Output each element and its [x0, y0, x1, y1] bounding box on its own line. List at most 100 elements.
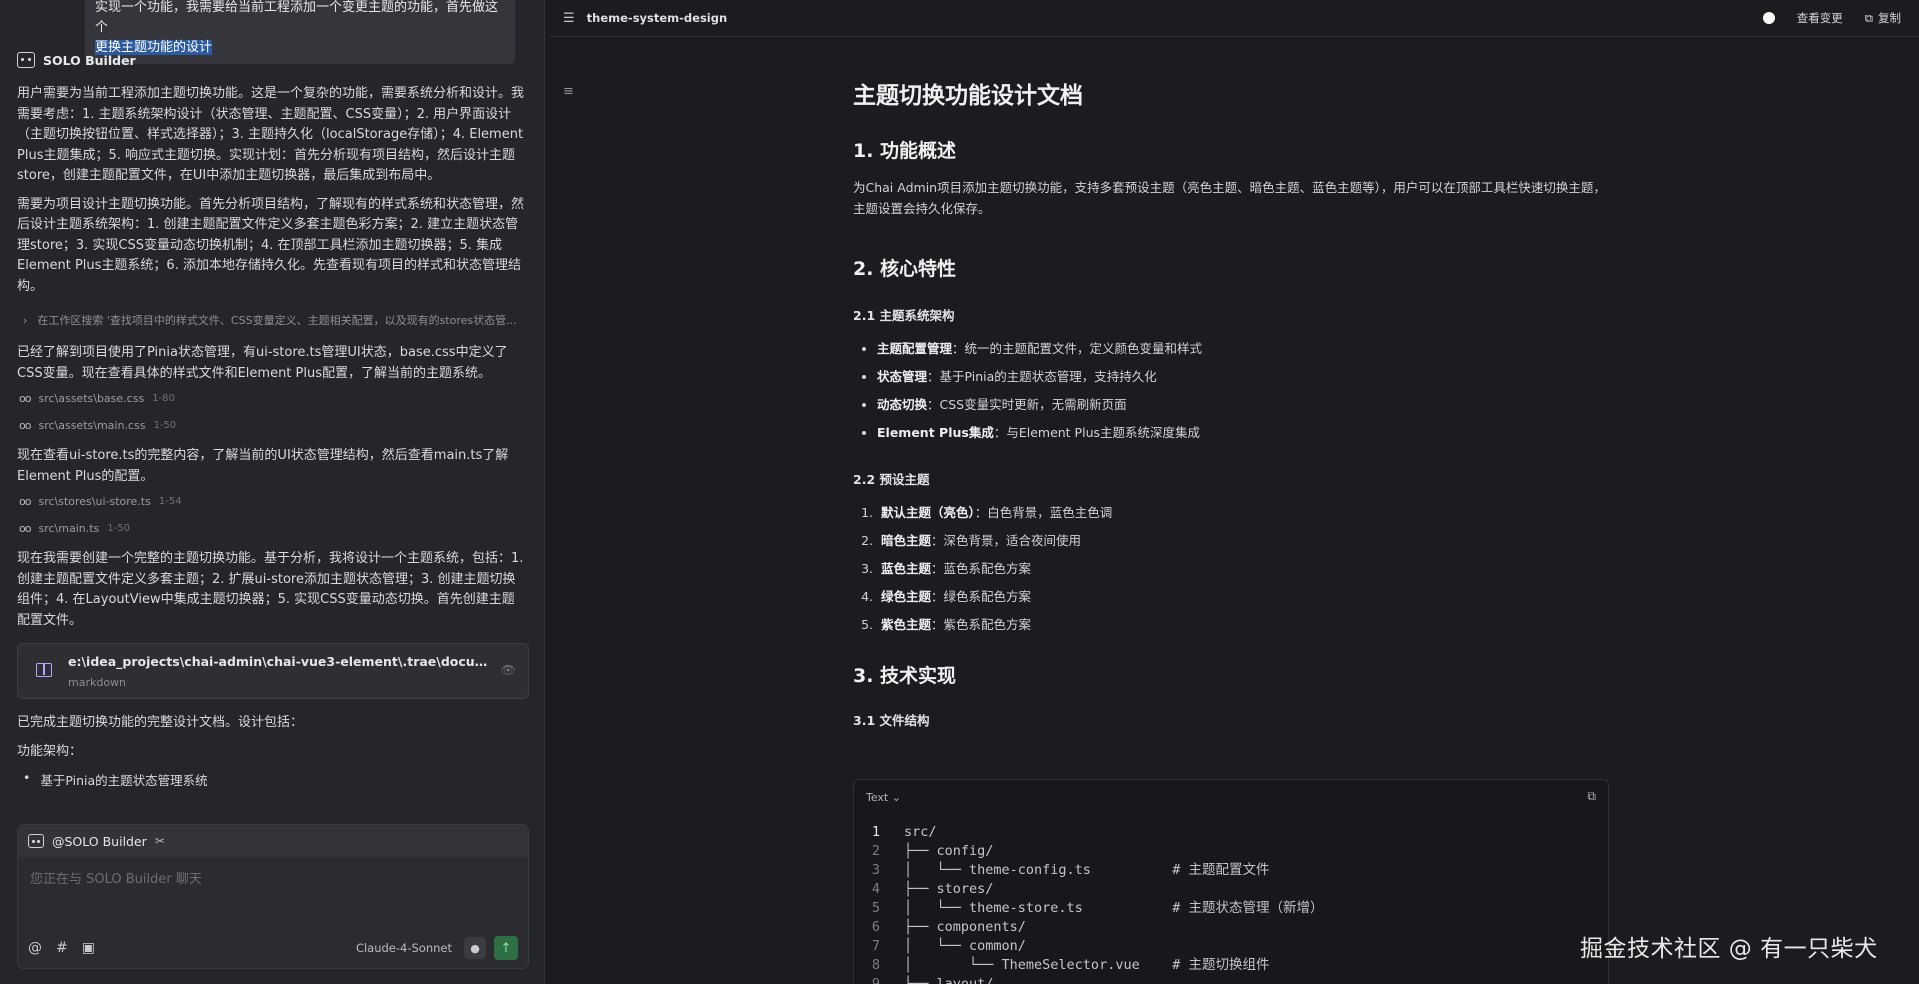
agent-paragraph: 现在查看ui-store.ts的完整内容，了解当前的UI状态管理结构，然后查看m… [17, 448, 509, 484]
tools-icon[interactable]: ✂ [155, 834, 165, 848]
list-icon[interactable]: ☰ [563, 11, 575, 26]
subsection-heading: 2.2 预设主题 [853, 472, 930, 487]
search-step[interactable]: › 在工作区搜索 '查找项目中的样式文件、CSS变量定义、主题相关配置，以及现有… [23, 312, 527, 328]
code-line: 9 ├── layout/ [854, 975, 1608, 984]
list-item: 绿色主题：绿色系配色方案 [877, 588, 1613, 605]
agent-header: SOLO Builder [17, 52, 136, 68]
at-mention-icon[interactable]: @ [28, 940, 42, 956]
section-heading: 3. 技术实现 [853, 665, 957, 687]
line-text: ├── stores/ [904, 881, 994, 897]
list-item-text: 基于Pinia的主题状态管理系统 [40, 773, 208, 788]
document-panel: ☰ theme-system-design 查看变更 ⧉ 复制 ≡ 主题切换功能… [550, 0, 1919, 984]
chat-composer: @SOLO Builder ✂ 您正在与 SOLO Builder 聊天 @ #… [17, 824, 529, 969]
search-step-text: 在工作区搜索 '查找项目中的样式文件、CSS变量定义、主题相关配置，以及现有的s… [37, 314, 517, 327]
line-text: │ └── ThemeSelector.vue # 主题切换组件 [904, 957, 1270, 973]
code-line: 5 │ └── theme-store.ts # 主题状态管理（新增） [854, 899, 1608, 918]
document-icon [36, 663, 52, 677]
file-read-row[interactable]: oo src\assets\base.css 1-80 [19, 392, 527, 405]
document-kind: markdown [68, 676, 127, 689]
item-desc: ：紫色系配色方案 [931, 617, 1032, 632]
document-toolbar: ☰ theme-system-design 查看变更 ⧉ 复制 [550, 0, 1919, 37]
agent-paragraph: 现在我需要创建一个完整的主题切换功能。基于分析，我将设计一个主题系统，包括：1.… [17, 551, 524, 628]
code-line: 3 │ └── theme-config.ts # 主题配置文件 [854, 861, 1608, 880]
list-item: 主题配置管理：统一的主题配置文件，定义颜色变量和样式 [877, 340, 1613, 357]
chat-panel: 实现一个功能，我需要给当前工程添加一个变更主题的功能，首先做这个 更换主题功能的… [0, 0, 545, 984]
robot-icon [17, 52, 35, 68]
copy-code-icon[interactable]: ⧉ [1587, 789, 1596, 804]
document-card[interactable]: e:\idea_projects\chai-admin\chai-vue3-el… [17, 643, 529, 699]
code-line: 6 ├── components/ [854, 918, 1608, 937]
glasses-icon: oo [19, 522, 32, 535]
item-term: 默认主题（亮色） [881, 505, 975, 520]
image-icon[interactable]: ▣ [82, 940, 95, 956]
document-tab-title: theme-system-design [586, 11, 728, 25]
line-text: │ └── common/ [904, 938, 1026, 954]
code-line: 2 ├── config/ [854, 842, 1608, 861]
item-desc: ：CSS变量实时更新，无需刷新页面 [927, 397, 1127, 412]
code-language-selector[interactable]: Text ⌄ [866, 791, 901, 804]
item-desc: ：统一的主题配置文件，定义颜色变量和样式 [952, 341, 1203, 356]
item-term: 动态切换 [877, 397, 928, 412]
copy-icon: ⧉ [1864, 10, 1873, 25]
line-text: src/ [904, 824, 937, 840]
line-number: 3 [871, 862, 880, 878]
file-path: src\assets\base.css [38, 392, 145, 405]
list-item: 动态切换：CSS变量实时更新，无需刷新页面 [877, 396, 1613, 413]
file-read-row[interactable]: oo src\stores\ui-store.ts 1-54 [19, 495, 527, 508]
code-block: Text ⌄ ⧉ 1 src/ 2 ├── config/ 3 │ └── theme… [853, 779, 1609, 984]
agent-mention-bar: @SOLO Builder ✂ [18, 825, 528, 857]
chevron-down-icon: ⌄ [891, 791, 901, 804]
eye-icon[interactable]: 👁 [501, 663, 516, 677]
agent-paragraph: 功能架构： [17, 743, 83, 759]
section-heading: 2. 核心特性 [853, 258, 957, 280]
doc-title: 主题切换功能设计文档 [853, 83, 1083, 109]
chat-input[interactable]: 您正在与 SOLO Builder 聊天 [30, 868, 202, 887]
file-read-row[interactable]: oo src\assets\main.css 1-50 [19, 419, 527, 432]
code-line: 8 │ └── ThemeSelector.vue # 主题切换组件 [854, 956, 1608, 975]
glasses-icon: oo [19, 419, 32, 432]
chevron-right-icon: › [23, 313, 28, 327]
agent-paragraph: 用户需要为当前工程添加主题切换功能。这是一个复杂的功能，需要系统分析和设计。我需… [17, 86, 525, 183]
file-range: 1-50 [107, 523, 130, 534]
copy-button[interactable]: ⧉ 复制 [1865, 10, 1901, 26]
line-text: │ └── theme-store.ts # 主题状态管理（新增） [904, 900, 1324, 916]
outline-icon[interactable]: ≡ [563, 84, 574, 99]
glasses-icon: oo [19, 495, 32, 508]
code-line: 4 ├── stores/ [854, 880, 1608, 899]
list-item: 紫色主题：紫色系配色方案 [877, 616, 1613, 633]
line-number: 1 [871, 824, 880, 840]
agent-paragraph: 需要为项目设计主题切换功能。首先分析项目结构，了解现有的样式系统和状态管理，然后… [17, 196, 525, 294]
agent-name: SOLO Builder [43, 52, 136, 68]
list-item: 蓝色主题：蓝色系配色方案 [877, 560, 1613, 577]
item-term: 暗色主题 [881, 533, 932, 548]
line-number: 7 [871, 938, 880, 954]
item-term: 主题配置管理 [877, 341, 953, 356]
model-selector[interactable]: Claude-4-Sonnet [356, 941, 452, 955]
microphone-icon[interactable]: ● [464, 937, 486, 959]
line-text: ├── layout/ [904, 976, 994, 984]
view-changes-button[interactable]: 查看变更 [1797, 10, 1843, 26]
send-button[interactable]: ↑ [494, 936, 518, 960]
subsection-heading: 2.1 主题系统架构 [853, 308, 955, 323]
feature-list: 主题配置管理：统一的主题配置文件，定义颜色变量和样式 状态管理：基于Pinia的… [853, 340, 1613, 441]
chat-messages: 用户需要为当前工程添加主题切换功能。这是一个复杂的功能，需要系统分析和设计。我需… [17, 84, 529, 789]
list-item: 基于Pinia的主题状态管理系统 [23, 770, 527, 789]
file-path: src\stores\ui-store.ts [38, 495, 151, 508]
watermark: 掘金技术社区 @ 有一只柴犬 [1580, 936, 1878, 962]
theme-list: 默认主题（亮色）：白色背景，蓝色主色调 暗色主题：深色背景，适合夜间使用 蓝色主… [853, 504, 1613, 633]
status-dot-icon [1762, 12, 1775, 24]
section-text: 为Chai Admin项目添加主题切换功能，支持多套预设主题（亮色主题、暗色主题… [853, 180, 1606, 216]
subsection-heading: 3.1 文件结构 [853, 713, 930, 728]
file-range: 1-80 [152, 393, 175, 404]
code-lines: 1 src/ 2 ├── config/ 3 │ └── theme-config.t… [854, 823, 1608, 984]
glasses-icon: oo [19, 392, 32, 405]
hash-icon[interactable]: # [56, 940, 68, 956]
user-message-line1: 实现一个功能，我需要给当前工程添加一个变更主题的功能，首先做这个 [95, 0, 499, 35]
robot-icon [28, 834, 44, 848]
item-term: Element Plus集成 [877, 425, 994, 440]
file-read-row[interactable]: oo src\main.ts 1-50 [19, 522, 527, 535]
file-range: 1-50 [153, 420, 177, 431]
agent-mention[interactable]: @SOLO Builder [52, 834, 147, 849]
line-text: ├── components/ [904, 919, 1026, 935]
list-item: 默认主题（亮色）：白色背景，蓝色主色调 [877, 504, 1613, 521]
